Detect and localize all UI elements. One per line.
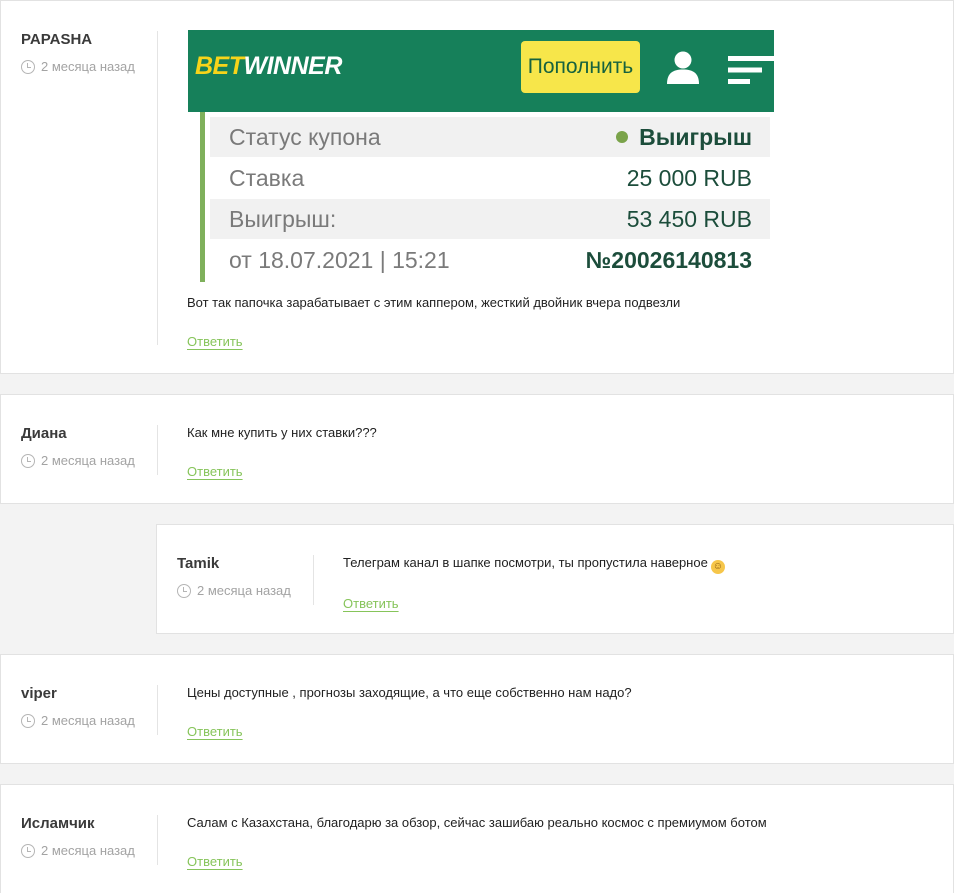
comment-time: 2 месяца назад	[177, 583, 313, 599]
relieved-face-icon: ☺	[710, 560, 725, 574]
comment-time: 2 месяца назад	[21, 713, 157, 729]
coupon-row-stake: Ставка 25 000 RUB	[210, 158, 770, 198]
reply-link[interactable]: Ответить	[187, 463, 243, 481]
comment-meta: Tamik 2 месяца назад	[177, 555, 314, 605]
hamburger-menu-icon	[728, 56, 774, 84]
comment-body: Вот так папочка зарабатывает с этим капп…	[187, 294, 933, 351]
betwinner-header: BETWINNER Пополнить	[188, 30, 774, 112]
comment-author: PAPASHA	[21, 31, 93, 48]
clock-icon	[21, 844, 35, 858]
clock-icon	[21, 714, 35, 728]
comment: viper 2 месяца назад Цены доступные , пр…	[0, 654, 954, 764]
coupon-label: Выигрыш:	[229, 205, 337, 232]
comment-time-text: 2 месяца назад	[41, 713, 135, 728]
comment-body: Салам с Казахстана, благодарю за обзор, …	[187, 814, 933, 871]
comment-time-text: 2 месяца назад	[197, 583, 291, 598]
comment-body: Как мне купить у них ставки??? Ответить	[187, 424, 933, 481]
comment-author: Исламчик	[21, 815, 95, 832]
comment-text: Как мне купить у них ставки???	[187, 425, 377, 440]
clock-icon	[21, 454, 35, 468]
comment-text: Вот так папочка зарабатывает с этим капп…	[187, 295, 681, 310]
comment-time: 2 месяца назад	[21, 453, 157, 469]
comment-meta: Исламчик 2 месяца назад	[21, 815, 158, 865]
comment-time-text: 2 месяца назад	[41, 59, 135, 74]
clock-icon	[177, 584, 191, 598]
comment-time-text: 2 месяца назад	[41, 843, 135, 858]
comment-text: Цены доступные , прогнозы заходящие, а ч…	[187, 685, 632, 700]
comment: PAPASHA 2 месяца назад BETWINNER Пополни…	[0, 0, 954, 374]
reply-link[interactable]: Ответить	[187, 333, 243, 351]
coupon-row-status: Статус купона Выигрыш	[210, 117, 770, 157]
comment-text: Салам с Казахстана, благодарю за обзор, …	[187, 815, 767, 830]
comment-time: 2 месяца назад	[21, 59, 157, 75]
coupon-panel: Статус купона Выигрыш Ставка 25 000 RUB …	[200, 112, 774, 282]
comment-author: Диана	[21, 425, 67, 442]
coupon-row-win: Выигрыш: 53 450 RUB	[210, 199, 770, 239]
clock-icon	[21, 60, 35, 74]
reply-link[interactable]: Ответить	[343, 595, 399, 613]
comment-reply: Tamik 2 месяца назад Телеграм канал в ша…	[156, 524, 954, 634]
coupon-number: №20026140813	[585, 246, 752, 273]
deposit-button: Пополнить	[521, 41, 640, 93]
coupon-status: Выигрыш	[616, 124, 752, 151]
comment-meta: PAPASHA 2 месяца назад	[21, 31, 158, 345]
reply-link[interactable]: Ответить	[187, 853, 243, 871]
coupon-value: 53 450 RUB	[626, 205, 752, 232]
bet-screenshot: BETWINNER Пополнить Статус купона Выигры…	[188, 30, 774, 288]
coupon-label: Статус купона	[229, 123, 381, 150]
comment-meta: Диана 2 месяца назад	[21, 425, 158, 475]
comment-body: Цены доступные , прогнозы заходящие, а ч…	[187, 684, 933, 741]
user-icon	[667, 51, 699, 84]
comment-meta: viper 2 месяца назад	[21, 685, 158, 735]
coupon-value: 25 000 RUB	[626, 164, 752, 191]
coupon-row-date: от 18.07.2021 | 15:21 №20026140813	[210, 240, 770, 280]
comment: Диана 2 месяца назад Как мне купить у ни…	[0, 394, 954, 504]
coupon-label: от 18.07.2021 | 15:21	[229, 246, 450, 273]
comment-time-text: 2 месяца назад	[41, 453, 135, 468]
status-dot-icon	[616, 130, 629, 143]
comment-author: viper	[21, 685, 57, 702]
comment: Исламчик 2 месяца назад Салам с Казахста…	[0, 784, 954, 893]
comment-text: Телеграм канал в шапке посмотри, ты проп…	[343, 555, 725, 574]
comment-author: Tamik	[177, 555, 220, 572]
reply-link[interactable]: Ответить	[187, 723, 243, 741]
betwinner-logo: BETWINNER	[195, 52, 342, 80]
comment-time: 2 месяца назад	[21, 843, 157, 859]
comment-body: Телеграм канал в шапке посмотри, ты проп…	[343, 554, 933, 613]
coupon-label: Ставка	[229, 164, 305, 191]
